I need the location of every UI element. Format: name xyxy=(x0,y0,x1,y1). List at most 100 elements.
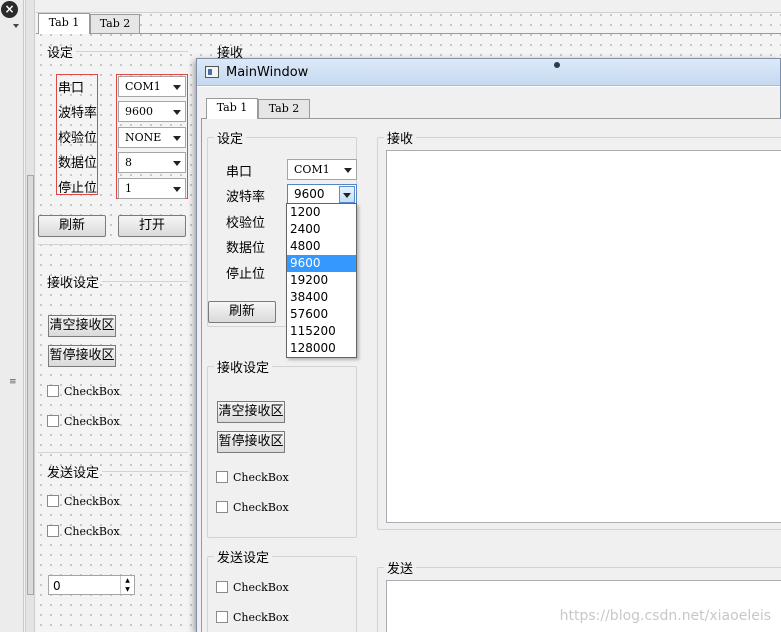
close-icon[interactable]: × xyxy=(1,1,18,18)
combo-value: COM1 xyxy=(125,80,161,93)
baud-option[interactable]: 128000 xyxy=(287,340,356,357)
designer-checkbox-1[interactable]: CheckBox xyxy=(47,385,120,398)
combo-drop-button[interactable] xyxy=(339,186,355,203)
main-label-parity: 校验位 xyxy=(226,216,266,231)
send-text-area[interactable] xyxy=(386,580,781,632)
checkbox-box[interactable] xyxy=(216,471,228,483)
main-pause-receive-button[interactable]: 暂停接收区 xyxy=(217,431,285,453)
designer-label-baud: 波特率 xyxy=(58,106,98,121)
combo-value: 9600 xyxy=(125,105,153,118)
vertical-scrollbar[interactable] xyxy=(25,0,35,632)
main-checkbox-3[interactable]: CheckBox xyxy=(216,581,289,594)
baud-option[interactable]: 2400 xyxy=(287,221,356,238)
checkbox-box[interactable] xyxy=(216,611,228,623)
settings-group-border xyxy=(76,51,188,52)
baud-option[interactable]: 9600 xyxy=(287,255,356,272)
designer-label-databits: 数据位 xyxy=(58,156,98,171)
checkbox-label: CheckBox xyxy=(233,471,289,484)
baud-option[interactable]: 19200 xyxy=(287,272,356,289)
main-window-title: MainWindow xyxy=(226,65,309,80)
designer-tab-1[interactable]: Tab 1 xyxy=(38,13,90,34)
left-panel-strip: × ≡ xyxy=(0,0,24,632)
designer-refresh-button[interactable]: 刷新 xyxy=(38,215,106,237)
main-baud-combo[interactable]: 9600 xyxy=(287,184,357,205)
combo-value: COM1 xyxy=(294,163,330,176)
designer-tab-underline xyxy=(36,33,781,34)
designer-receive-settings-title: 接收设定 xyxy=(47,276,100,291)
send-group-border xyxy=(102,471,188,472)
designer-clear-receive-button[interactable]: 清空接收区 xyxy=(48,315,116,337)
receive-group-border xyxy=(102,281,188,282)
designer-spinbox[interactable]: 0 ▲ ▼ xyxy=(48,575,135,595)
chevron-down-icon xyxy=(344,168,352,173)
cursor-icon xyxy=(554,62,560,68)
main-label-databits: 数据位 xyxy=(226,241,266,256)
separator xyxy=(38,452,188,453)
main-checkbox-2[interactable]: CheckBox xyxy=(216,501,289,514)
designer-parity-combo[interactable]: NONE xyxy=(118,127,186,148)
designer-checkbox-2[interactable]: CheckBox xyxy=(47,415,120,428)
checkbox-box[interactable] xyxy=(47,495,59,507)
main-label-baud: 波特率 xyxy=(226,190,266,205)
designer-port-combo[interactable]: COM1 xyxy=(118,76,186,97)
scrollbar-thumb[interactable] xyxy=(27,175,34,595)
designer-stopbits-combo[interactable]: 1 xyxy=(118,178,186,199)
baud-option[interactable]: 38400 xyxy=(287,289,356,306)
receive-text-area[interactable] xyxy=(386,150,781,523)
main-tab-2[interactable]: Tab 2 xyxy=(258,99,310,119)
checkbox-box[interactable] xyxy=(47,385,59,397)
main-checkbox-4[interactable]: CheckBox xyxy=(216,611,289,624)
designer-baud-combo[interactable]: 9600 xyxy=(118,101,186,122)
baud-option[interactable]: 1200 xyxy=(287,204,356,221)
separator xyxy=(38,244,188,245)
main-clear-receive-button[interactable]: 清空接收区 xyxy=(217,401,285,423)
checkbox-box[interactable] xyxy=(216,501,228,513)
chevron-down-icon xyxy=(173,187,181,192)
main-checkbox-1[interactable]: CheckBox xyxy=(216,471,289,484)
combo-value: 9600 xyxy=(294,187,325,201)
checkbox-label: CheckBox xyxy=(64,525,120,538)
main-send-title: 发送 xyxy=(384,558,417,577)
main-send-settings-title: 发送设定 xyxy=(214,547,273,566)
spin-down-icon[interactable]: ▼ xyxy=(120,585,134,594)
baud-option[interactable]: 57600 xyxy=(287,306,356,323)
combo-value: 1 xyxy=(125,182,132,195)
designer-open-button[interactable]: 打开 xyxy=(118,215,186,237)
main-window-body: Tab 1 Tab 2 设定 串口 波特率 校验位 数据位 停止位 COM1 9… xyxy=(197,87,781,632)
main-label-port: 串口 xyxy=(226,165,253,180)
spin-up-icon[interactable]: ▲ xyxy=(120,576,134,585)
main-window[interactable]: MainWindow Tab 1 Tab 2 设定 串口 波特率 校验位 数据位… xyxy=(196,58,781,632)
combo-value: NONE xyxy=(125,131,162,144)
designer-settings-title: 设定 xyxy=(47,46,74,61)
checkbox-box[interactable] xyxy=(47,525,59,537)
main-tab-1[interactable]: Tab 1 xyxy=(206,98,258,119)
checkbox-label: CheckBox xyxy=(64,415,120,428)
checkbox-label: CheckBox xyxy=(233,581,289,594)
checkbox-label: CheckBox xyxy=(64,385,120,398)
designer-label-stopbits: 停止位 xyxy=(58,181,98,196)
designer-send-settings-title: 发送设定 xyxy=(47,466,100,481)
main-refresh-button[interactable]: 刷新 xyxy=(208,301,276,323)
designer-top-bar xyxy=(36,0,781,13)
designer-databits-combo[interactable]: 8 xyxy=(118,152,186,173)
splitter-handle-icon[interactable]: ≡ xyxy=(9,377,17,387)
baud-option[interactable]: 115200 xyxy=(287,323,356,340)
main-label-stopbits: 停止位 xyxy=(226,267,266,282)
checkbox-box[interactable] xyxy=(216,581,228,593)
designer-checkbox-4[interactable]: CheckBox xyxy=(47,525,120,538)
main-receive-settings-title: 接收设定 xyxy=(214,357,273,376)
designer-label-port: 串口 xyxy=(58,81,85,96)
designer-pause-receive-button[interactable]: 暂停接收区 xyxy=(48,345,116,367)
baud-option[interactable]: 4800 xyxy=(287,238,356,255)
chevron-down-icon[interactable] xyxy=(13,24,19,28)
main-port-combo[interactable]: COM1 xyxy=(287,159,357,180)
spinbox-value: 0 xyxy=(53,579,61,593)
checkbox-label: CheckBox xyxy=(233,611,289,624)
baud-dropdown-list[interactable]: 1200 2400 4800 9600 19200 38400 57600 115200 128… xyxy=(286,203,357,358)
main-window-titlebar[interactable]: MainWindow xyxy=(197,59,780,86)
chevron-down-icon xyxy=(173,110,181,115)
designer-tab-2[interactable]: Tab 2 xyxy=(90,14,140,34)
designer-checkbox-3[interactable]: CheckBox xyxy=(47,495,120,508)
checkbox-box[interactable] xyxy=(47,415,59,427)
main-receive-title: 接收 xyxy=(384,128,417,147)
